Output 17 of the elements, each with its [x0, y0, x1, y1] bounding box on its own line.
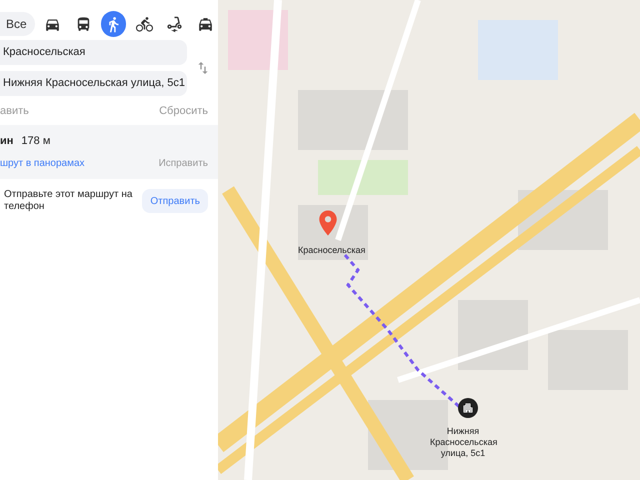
add-link[interactable]: авить [0, 102, 29, 120]
to-field[interactable]: Нижняя Красносельская улица, 5с1 [0, 71, 187, 96]
bicycle-icon [136, 16, 153, 32]
panorama-link[interactable]: шрут в панорамах [0, 156, 85, 171]
send-button[interactable]: Отправить [142, 189, 208, 213]
scooter-icon [166, 16, 184, 32]
from-field[interactable]: Красносельская [0, 40, 187, 65]
fix-link[interactable]: Исправить [158, 156, 208, 171]
route-distance: 178 м [21, 134, 50, 150]
send-to-phone-text: Отправьте этот маршрут на телефон [4, 189, 134, 213]
reset-link[interactable]: Сбросить [159, 102, 208, 120]
end-point-label: Нижняя Красносельская улица, 5с1 [430, 426, 496, 459]
taxi-icon [196, 16, 214, 32]
building-icon [462, 402, 474, 414]
all-modes-chip[interactable]: Все [0, 12, 35, 36]
route-duration: ин [0, 134, 14, 150]
start-point-label: Красносельская [298, 244, 366, 257]
